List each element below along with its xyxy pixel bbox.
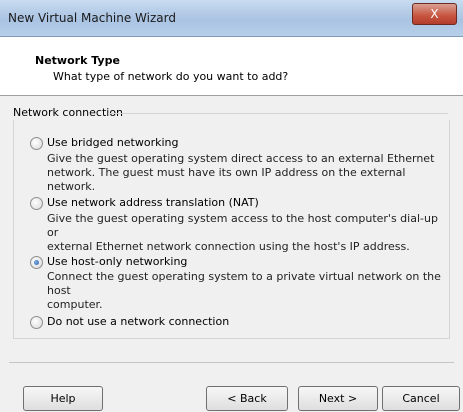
close-button[interactable]: X [412,3,457,25]
desc-line: Connect the guest operating system to a … [47,270,441,297]
no-network-label[interactable]: Do not use a network connection [47,315,229,328]
host-only-networking-description: Connect the guest operating system to a … [47,270,442,312]
desc-line: computer. [47,298,103,311]
nat-radio[interactable] [30,197,43,210]
bridged-networking-radio[interactable] [30,137,43,150]
wizard-window: New Virtual Machine Wizard X Network Typ… [0,0,463,412]
desc-line: external Ethernet network connection usi… [47,240,410,253]
window-title: New Virtual Machine Wizard [8,11,176,25]
title-bar[interactable]: New Virtual Machine Wizard X [0,0,463,37]
cancel-button[interactable]: Cancel [382,386,460,411]
bridged-networking-description: Give the guest operating system direct a… [47,152,442,194]
network-connection-group-label: Network connection [13,106,124,119]
no-network-radio[interactable] [30,316,43,329]
back-button[interactable]: < Back [206,386,288,411]
desc-line: network. The guest must have its own IP … [47,166,406,193]
nat-label[interactable]: Use network address translation (NAT) [47,196,259,209]
next-button[interactable]: Next > [298,386,378,411]
wizard-header: Network Type What type of network do you… [0,37,463,96]
host-only-networking-radio[interactable] [30,256,43,269]
page-title: Network Type [35,54,120,67]
page-subtitle: What type of network do you want to add? [53,70,289,83]
host-only-networking-label[interactable]: Use host-only networking [47,255,187,268]
help-button[interactable]: Help [23,386,103,411]
bridged-networking-label[interactable]: Use bridged networking [47,136,179,149]
button-separator [9,362,454,363]
desc-line: Give the guest operating system direct a… [47,152,435,165]
nat-description: Give the guest operating system access t… [47,212,442,254]
desc-line: Give the guest operating system access t… [47,212,438,239]
group-divider [108,113,448,114]
